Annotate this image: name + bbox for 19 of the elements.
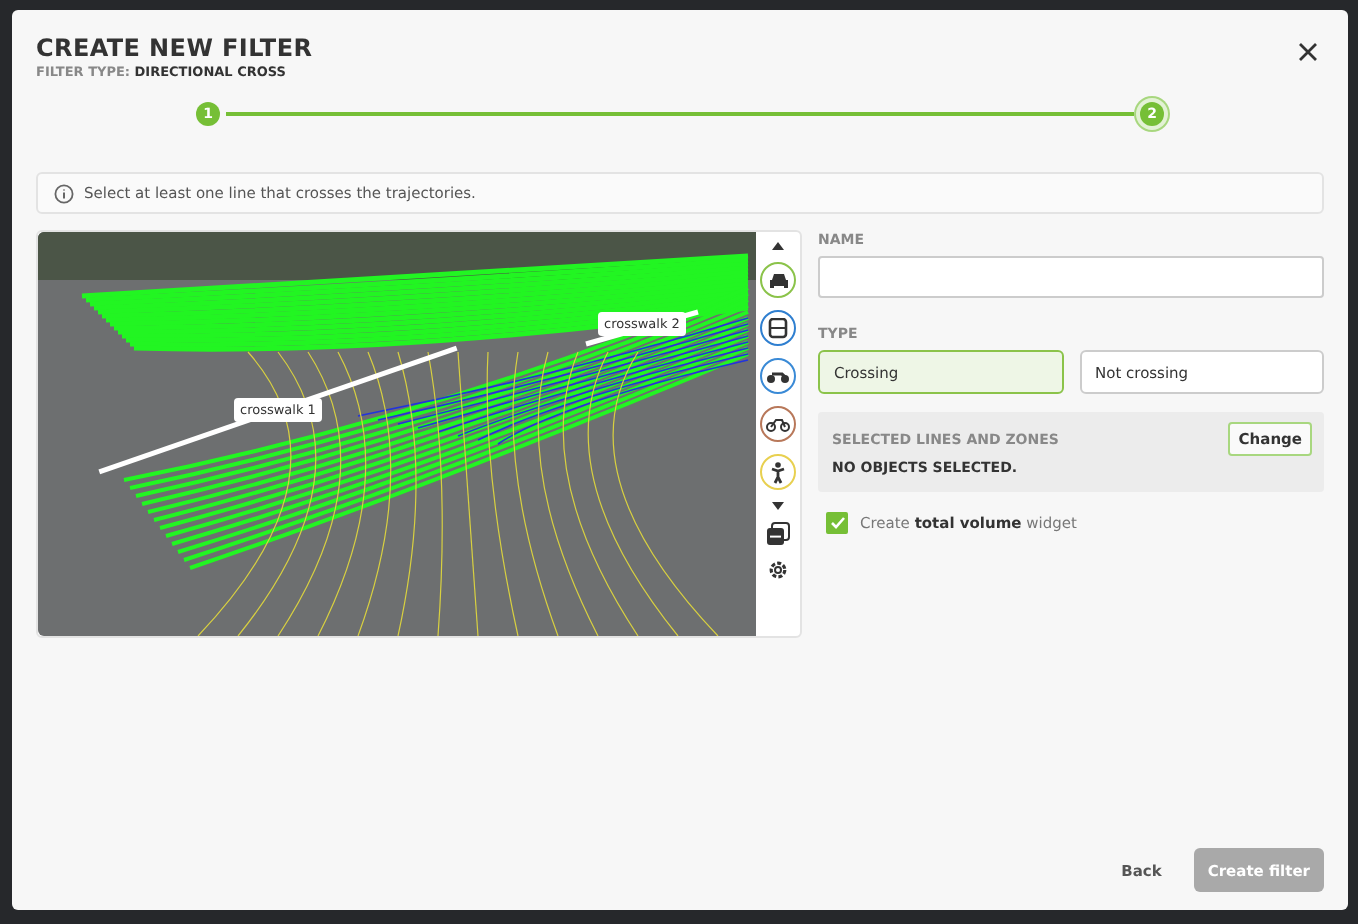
bus-filter-button[interactable] xyxy=(760,310,796,346)
layers-icon[interactable] xyxy=(766,522,790,546)
car-filter-button[interactable] xyxy=(760,262,796,298)
name-input[interactable] xyxy=(818,256,1324,298)
bicycle-filter-button[interactable] xyxy=(760,406,796,442)
motorbike-filter-button[interactable] xyxy=(760,358,796,394)
caret-down-icon[interactable] xyxy=(772,502,784,510)
dialog-title: CREATE NEW FILTER xyxy=(36,34,313,62)
pedestrian-filter-button[interactable] xyxy=(760,454,796,490)
close-icon[interactable] xyxy=(1298,42,1318,62)
motorbike-icon xyxy=(766,368,790,384)
caret-up-icon[interactable] xyxy=(772,242,784,250)
bus-icon xyxy=(768,317,788,339)
info-icon xyxy=(54,183,74,203)
bicycle-icon xyxy=(766,416,790,432)
settings-icon[interactable] xyxy=(766,558,790,582)
pedestrian-icon xyxy=(770,461,786,483)
widget-checkbox[interactable] xyxy=(826,512,848,534)
car-icon xyxy=(767,271,789,289)
